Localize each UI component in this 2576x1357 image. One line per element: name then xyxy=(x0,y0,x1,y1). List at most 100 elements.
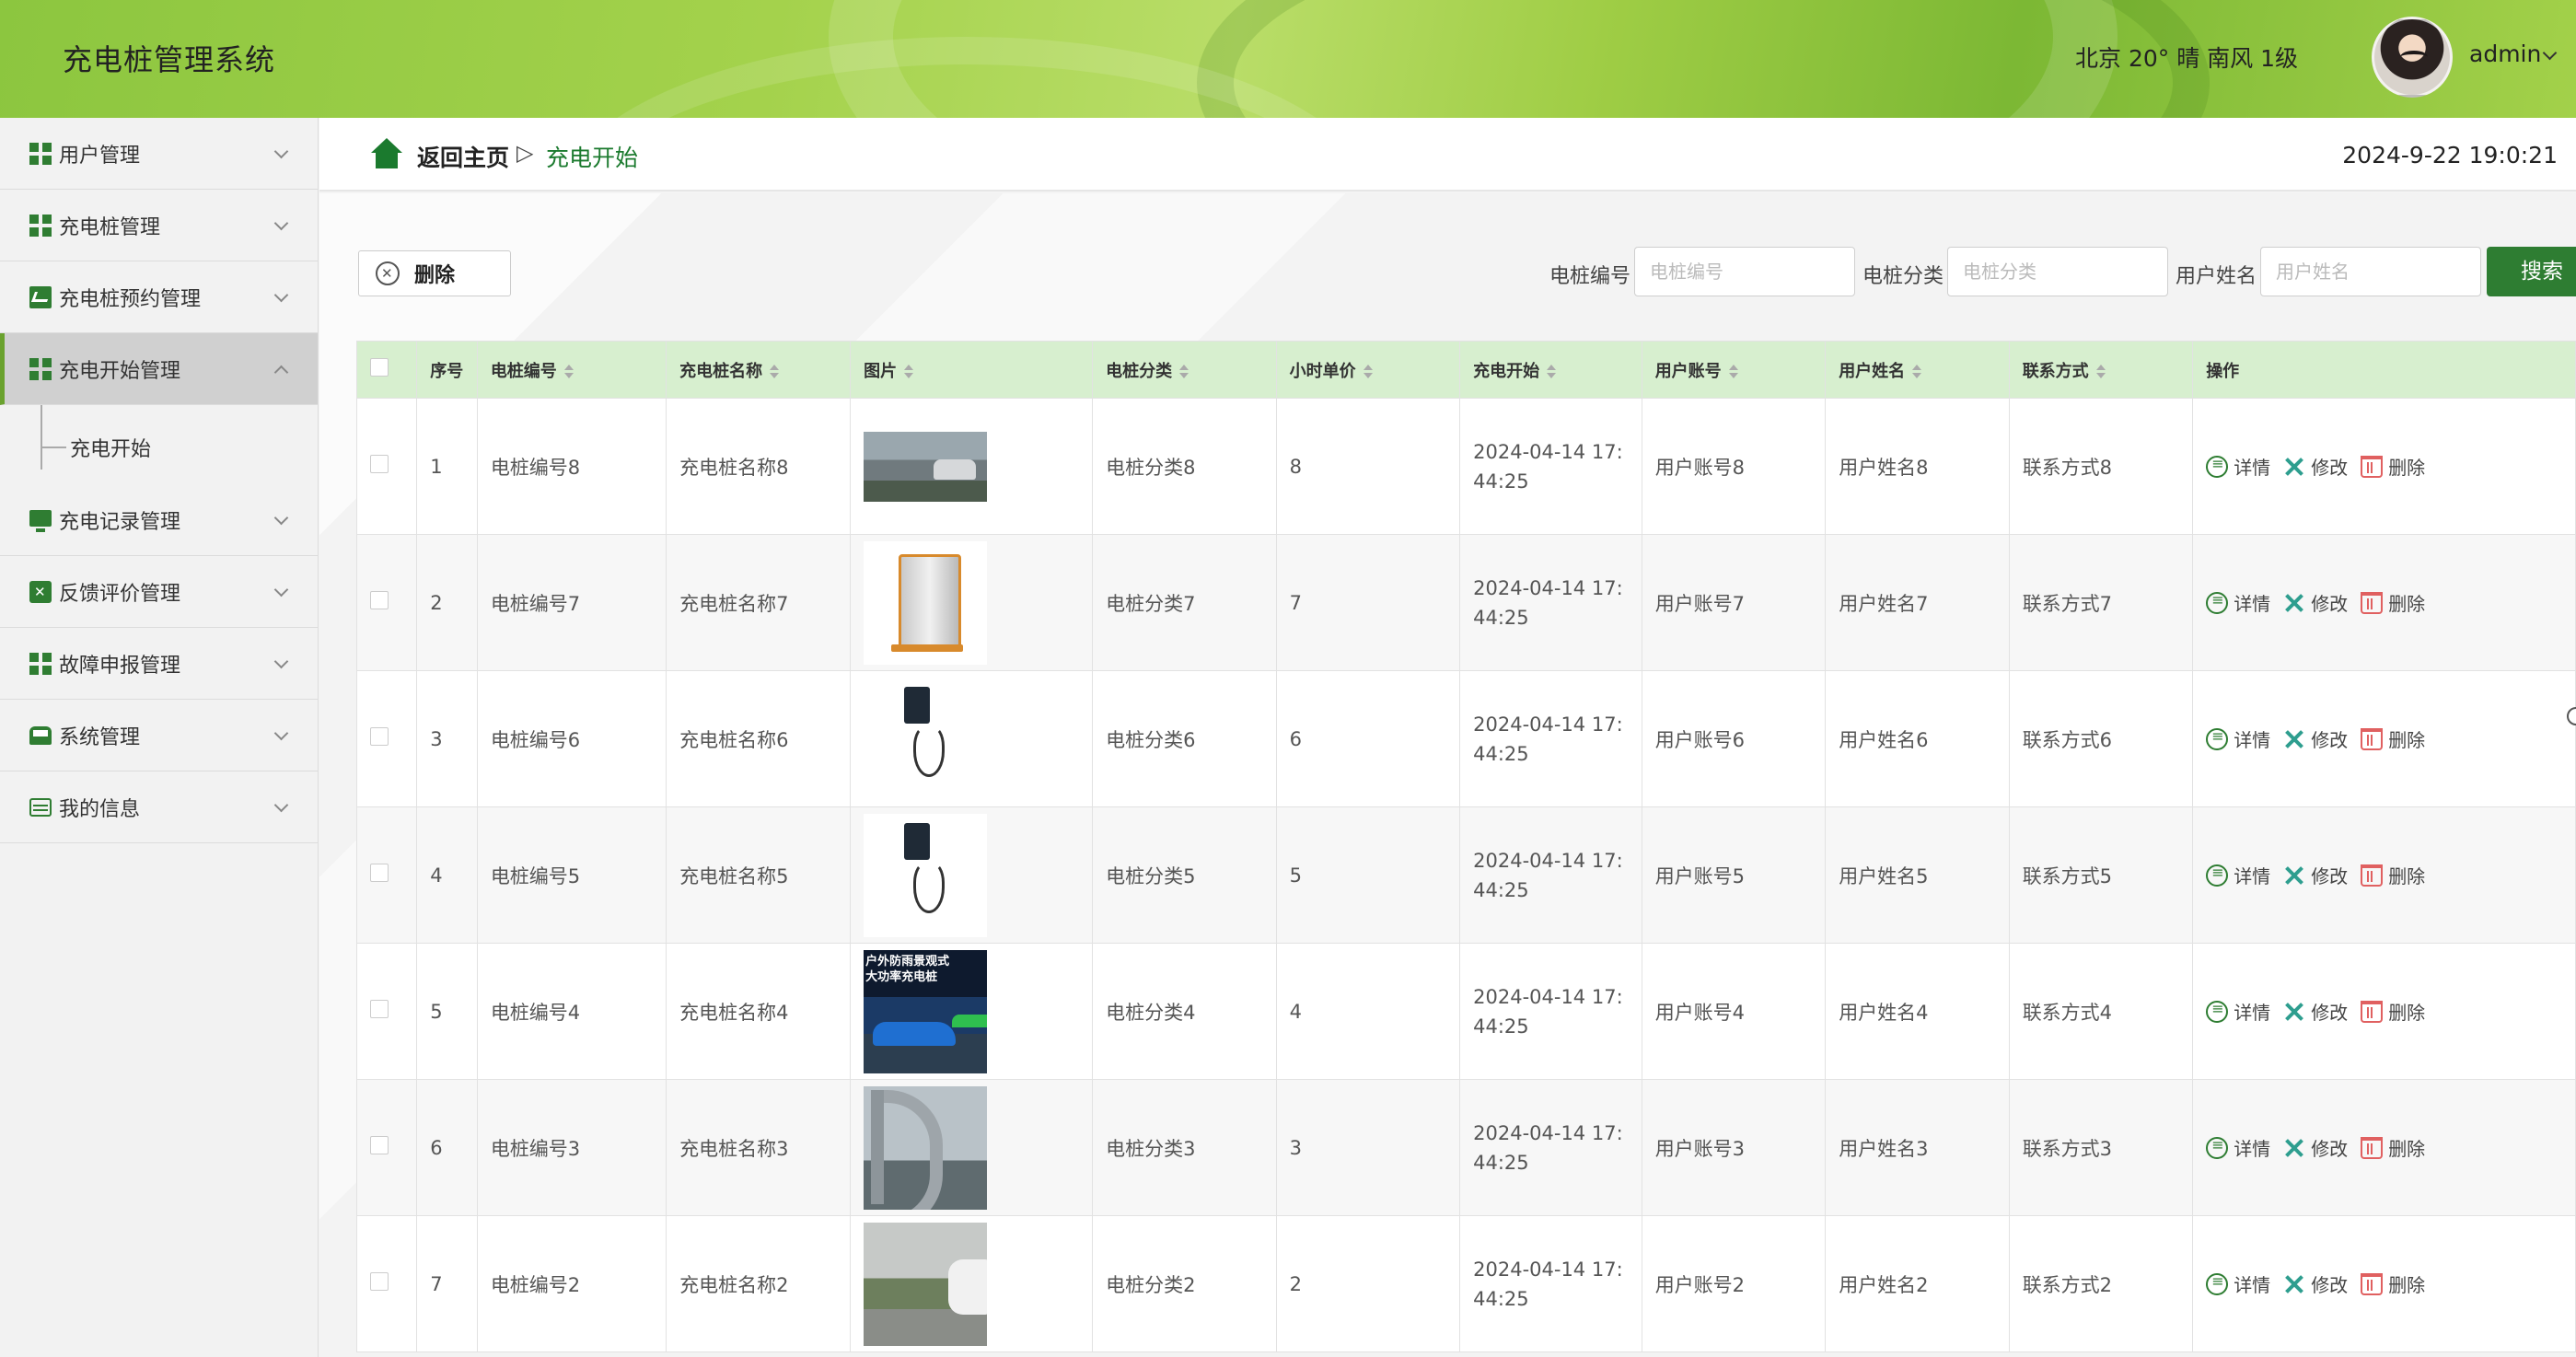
breadcrumb-current: 充电开始 xyxy=(546,145,639,171)
sidebar-subitem-charging-start[interactable]: 充电开始 xyxy=(0,405,318,484)
column-header[interactable]: 联系方式 xyxy=(2008,341,2194,399)
card-icon xyxy=(29,797,52,817)
sort-icon[interactable] xyxy=(1179,364,1189,379)
cell-charge-start: 2024-04-14 17:44:25 xyxy=(1459,806,1642,944)
edit-button[interactable]: 修改 xyxy=(2283,1270,2348,1297)
breadcrumb-home-link[interactable]: 返回主页 xyxy=(417,140,509,173)
detail-icon xyxy=(2206,455,2229,478)
row-checkbox[interactable] xyxy=(370,864,389,882)
chevron-down-icon xyxy=(273,510,289,526)
edit-button[interactable]: 修改 xyxy=(2283,589,2348,616)
tree-line xyxy=(41,405,42,470)
cell-user-account: 用户账号5 xyxy=(1641,806,1827,944)
column-header[interactable]: 小时单价 xyxy=(1275,341,1461,399)
cell-user-account: 用户账号3 xyxy=(1641,1079,1827,1216)
search-input-charger-code[interactable] xyxy=(1634,247,1855,296)
search-input-user-name[interactable] xyxy=(2260,247,2481,296)
grid-icon xyxy=(29,214,52,237)
row-checkbox[interactable] xyxy=(370,1272,389,1291)
column-header[interactable]: 充电桩名称 xyxy=(666,341,852,399)
column-header[interactable]: 用户账号 xyxy=(1641,341,1827,399)
row-checkbox[interactable] xyxy=(370,455,389,473)
sidebar-item-reservation-management[interactable]: 充电桩预约管理 xyxy=(0,261,318,333)
sidebar-item-charging-start-management[interactable]: 充电开始管理 xyxy=(0,333,318,405)
charger-thumbnail[interactable] xyxy=(864,813,988,937)
detail-button[interactable]: 详情 xyxy=(2206,862,2270,888)
trash-icon xyxy=(2361,864,2384,887)
trash-icon xyxy=(2361,455,2384,478)
sidebar-item-charging-record-management[interactable]: 充电记录管理 xyxy=(0,484,318,556)
column-header[interactable]: 电桩分类 xyxy=(1092,341,1277,399)
sort-icon[interactable] xyxy=(904,364,914,379)
trash-icon xyxy=(2361,1000,2384,1023)
detail-button[interactable]: 详情 xyxy=(2206,589,2270,616)
cell-actions: 详情修改删除 xyxy=(2192,806,2576,944)
edit-button[interactable]: 修改 xyxy=(2283,725,2348,752)
cell-user-account: 用户账号2 xyxy=(1641,1215,1827,1352)
sidebar-item-fault-report-management[interactable]: 故障申报管理 xyxy=(0,628,318,700)
cell-user-name: 用户姓名7 xyxy=(1825,534,2010,671)
delete-button[interactable]: 删除 xyxy=(2361,862,2425,888)
row-checkbox[interactable] xyxy=(370,591,389,609)
row-checkbox[interactable] xyxy=(370,1000,389,1018)
detail-icon xyxy=(2206,727,2229,750)
column-header[interactable]: 用户姓名 xyxy=(1825,341,2010,399)
edit-button[interactable]: 修改 xyxy=(2283,998,2348,1025)
edit-button[interactable]: 修改 xyxy=(2283,453,2348,480)
charger-thumbnail[interactable] xyxy=(864,431,988,502)
column-header: 序号 xyxy=(416,341,478,399)
home-icon[interactable] xyxy=(369,138,404,169)
sort-icon[interactable] xyxy=(770,364,780,379)
detail-button[interactable]: 详情 xyxy=(2206,725,2270,752)
edit-button[interactable]: 修改 xyxy=(2283,862,2348,888)
sidebar-item-feedback-management[interactable]: 反馈评价管理 xyxy=(0,556,318,628)
delete-button[interactable]: 删除 xyxy=(2361,725,2425,752)
select-all-checkbox[interactable] xyxy=(370,358,389,377)
column-header[interactable]: 电桩编号 xyxy=(476,341,667,399)
delete-button[interactable]: 删除 xyxy=(2361,1134,2425,1161)
sidebar-item-label: 我的信息 xyxy=(59,797,141,821)
sort-icon[interactable] xyxy=(1363,364,1373,379)
delete-button[interactable]: 删除 xyxy=(2361,998,2425,1025)
column-header[interactable]: 充电开始 xyxy=(1459,341,1642,399)
chevron-down-icon xyxy=(273,725,289,741)
sidebar-item-user-management[interactable]: 用户管理 xyxy=(0,118,318,190)
sort-icon[interactable] xyxy=(1728,364,1738,379)
edit-icon xyxy=(2283,864,2305,887)
delete-button[interactable]: 删除 xyxy=(2361,589,2425,616)
charger-thumbnail[interactable] xyxy=(864,540,988,665)
charger-thumbnail[interactable] xyxy=(864,949,988,1073)
chevron-down-icon[interactable] xyxy=(2542,45,2558,61)
detail-button[interactable]: 详情 xyxy=(2206,1270,2270,1297)
column-header: 操作 xyxy=(2192,341,2576,399)
user-menu[interactable]: admin xyxy=(2469,41,2541,67)
sidebar-item-my-info[interactable]: 我的信息 xyxy=(0,771,318,843)
charger-thumbnail[interactable] xyxy=(864,677,988,801)
detail-button[interactable]: 详情 xyxy=(2206,1134,2270,1161)
sort-icon[interactable] xyxy=(1912,364,1922,379)
row-checkbox[interactable] xyxy=(370,727,389,746)
batch-delete-button[interactable]: 删除 xyxy=(358,250,511,296)
column-header[interactable]: 图片 xyxy=(850,341,1094,399)
sort-icon[interactable] xyxy=(563,364,574,379)
search-input-charger-category[interactable] xyxy=(1947,247,2168,296)
cell-charger-code: 电桩编号7 xyxy=(476,534,667,671)
sort-icon[interactable] xyxy=(1547,364,1557,379)
grid-icon xyxy=(29,142,52,165)
charger-thumbnail[interactable] xyxy=(864,1222,988,1346)
edit-button[interactable]: 修改 xyxy=(2283,1134,2348,1161)
detail-button[interactable]: 详情 xyxy=(2206,453,2270,480)
avatar[interactable] xyxy=(2372,17,2453,98)
cell-contact: 联系方式3 xyxy=(2008,1079,2194,1216)
detail-button[interactable]: 详情 xyxy=(2206,998,2270,1025)
search-button[interactable]: 搜索 xyxy=(2487,247,2576,296)
row-checkbox[interactable] xyxy=(370,1136,389,1154)
cell-user-account: 用户账号6 xyxy=(1641,670,1827,807)
charger-thumbnail[interactable] xyxy=(864,1085,988,1210)
sidebar-item-charger-management[interactable]: 充电桩管理 xyxy=(0,190,318,261)
delete-button[interactable]: 删除 xyxy=(2361,1270,2425,1297)
cell-category: 电桩分类3 xyxy=(1092,1079,1277,1216)
delete-button[interactable]: 删除 xyxy=(2361,453,2425,480)
sort-icon[interactable] xyxy=(2095,364,2106,379)
sidebar-item-system-management[interactable]: 系统管理 xyxy=(0,700,318,771)
